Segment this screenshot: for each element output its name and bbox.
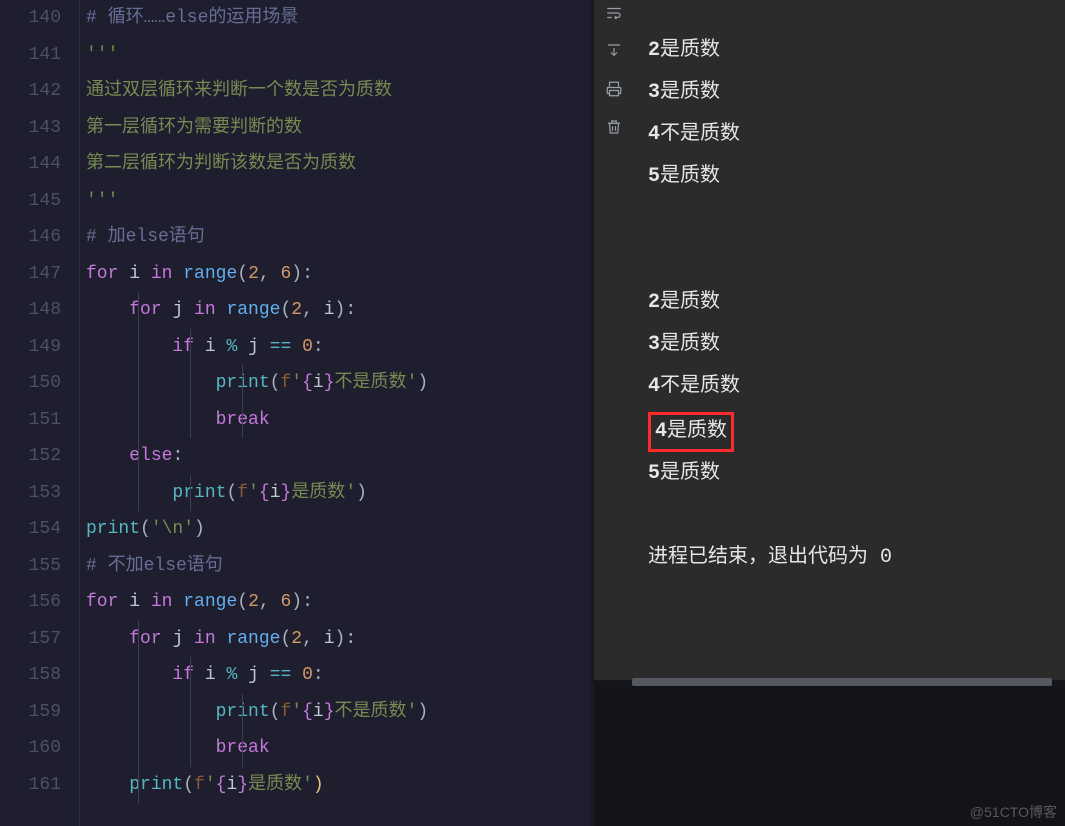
line-number: 161 xyxy=(0,767,61,804)
code-line[interactable]: # 不加else语句 xyxy=(86,548,590,585)
code-line[interactable]: print(f'{i}不是质数') xyxy=(86,365,590,402)
output-line: 2是质数 xyxy=(648,30,1055,72)
code-line[interactable]: print(f'{i}是质数') xyxy=(86,475,590,512)
code-line[interactable]: for j in range(2, i): xyxy=(86,621,590,658)
output-toolbar xyxy=(594,0,634,686)
trash-icon[interactable] xyxy=(605,118,623,142)
watermark: @51CTO博客 xyxy=(970,802,1057,822)
highlighted-output: 4是质数 xyxy=(648,412,734,452)
line-number: 149 xyxy=(0,329,61,366)
code-line[interactable]: for j in range(2, i): xyxy=(86,292,590,329)
line-number: 141 xyxy=(0,37,61,74)
line-number: 160 xyxy=(0,730,61,767)
code-area[interactable]: # 循环……else的运用场景'''通过双层循环来判断一个数是否为质数第一层循环… xyxy=(80,0,590,826)
code-line[interactable]: break xyxy=(86,402,590,439)
line-number: 151 xyxy=(0,402,61,439)
run-output-panel: 2是质数3是质数4不是质数5是质数2是质数3是质数4不是质数4是质数5是质数进程… xyxy=(590,0,1065,686)
line-gutter: 1401411421431441451461471481491501511521… xyxy=(0,0,80,826)
code-line[interactable]: # 加else语句 xyxy=(86,219,590,256)
output-line: 5是质数 xyxy=(648,453,1055,495)
code-line[interactable]: for i in range(2, 6): xyxy=(86,584,590,621)
code-line[interactable]: if i % j == 0: xyxy=(86,657,590,694)
code-line[interactable]: 第二层循环为判断该数是否为质数 xyxy=(86,146,590,183)
line-number: 140 xyxy=(0,0,61,37)
output-line: 3是质数 xyxy=(648,72,1055,114)
output-text[interactable]: 2是质数3是质数4不是质数5是质数2是质数3是质数4不是质数4是质数5是质数进程… xyxy=(634,0,1065,686)
line-number: 147 xyxy=(0,256,61,293)
output-line: 4不是质数 xyxy=(648,366,1055,408)
code-line[interactable]: print(f'{i}不是质数') xyxy=(86,694,590,731)
output-line: 2是质数 xyxy=(648,282,1055,324)
code-line[interactable]: if i % j == 0: xyxy=(86,329,590,366)
code-line[interactable]: print('\n') xyxy=(86,511,590,548)
line-number: 142 xyxy=(0,73,61,110)
output-line: 5是质数 xyxy=(648,156,1055,198)
horizontal-scrollbar[interactable] xyxy=(632,678,1052,686)
code-line[interactable]: print(f'{i}是质数') xyxy=(86,767,590,804)
scroll-to-end-icon[interactable] xyxy=(605,42,623,66)
code-line[interactable]: ''' xyxy=(86,37,590,74)
line-number: 157 xyxy=(0,621,61,658)
line-number: 154 xyxy=(0,511,61,548)
line-number: 146 xyxy=(0,219,61,256)
code-line[interactable]: 第一层循环为需要判断的数 xyxy=(86,110,590,147)
line-number: 155 xyxy=(0,548,61,585)
code-line[interactable]: ''' xyxy=(86,183,590,220)
line-number: 145 xyxy=(0,183,61,220)
soft-wrap-icon[interactable] xyxy=(605,4,623,28)
line-number: 150 xyxy=(0,365,61,402)
line-number: 156 xyxy=(0,584,61,621)
exit-status-line: 进程已结束，退出代码为 0 xyxy=(648,537,1055,579)
line-number: 153 xyxy=(0,475,61,512)
code-line[interactable]: for i in range(2, 6): xyxy=(86,256,590,293)
output-line: 4是质数 xyxy=(648,408,1055,453)
code-editor[interactable]: 1401411421431441451461471481491501511521… xyxy=(0,0,590,826)
line-number: 144 xyxy=(0,146,61,183)
code-line[interactable]: else: xyxy=(86,438,590,475)
output-line: 4不是质数 xyxy=(648,114,1055,156)
line-number: 159 xyxy=(0,694,61,731)
line-number: 143 xyxy=(0,110,61,147)
line-number: 148 xyxy=(0,292,61,329)
code-line[interactable]: 通过双层循环来判断一个数是否为质数 xyxy=(86,73,590,110)
code-line[interactable]: # 循环……else的运用场景 xyxy=(86,0,590,37)
output-line: 3是质数 xyxy=(648,324,1055,366)
code-line[interactable]: break xyxy=(86,730,590,767)
line-number: 158 xyxy=(0,657,61,694)
print-icon[interactable] xyxy=(605,80,623,104)
line-number: 152 xyxy=(0,438,61,475)
